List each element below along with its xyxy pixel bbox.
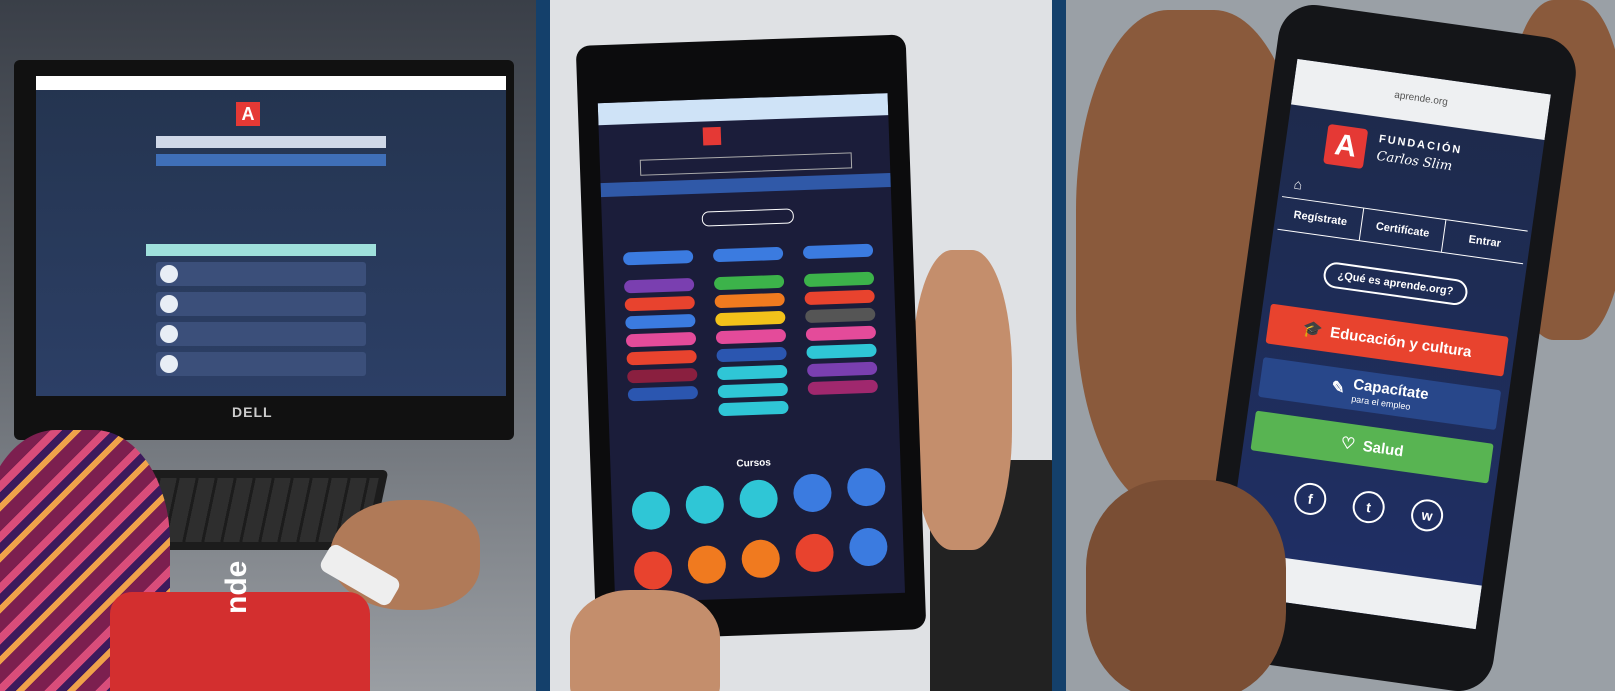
nav-register: Regístrate <box>1277 197 1365 241</box>
course-icon <box>792 473 833 513</box>
hand <box>1086 480 1286 691</box>
pill-button <box>807 379 879 396</box>
aprende-logo: A <box>1323 123 1369 170</box>
badge-text: nde <box>220 560 253 614</box>
nav-login: Entrar <box>1467 233 1502 250</box>
desktop-photo-panel: A DELL nde <box>0 0 536 691</box>
course-icon <box>741 539 781 579</box>
browser-bar <box>36 76 506 90</box>
site-nav <box>639 152 853 176</box>
health-label: Salud <box>1361 437 1405 460</box>
site-nav <box>156 136 386 148</box>
whatsapp-icon: w <box>1409 497 1446 534</box>
monitor-brand-label: DELL <box>232 404 273 420</box>
facebook-icon: f <box>1292 480 1329 517</box>
course-icon <box>846 467 886 507</box>
list-item <box>156 262 366 286</box>
browser-bar <box>597 93 889 126</box>
course-icon <box>794 533 835 573</box>
twitter-icon: t <box>1350 489 1387 526</box>
phone-nav: Regístrate Certifícate Entrar <box>1277 196 1528 265</box>
desktop-monitor: A DELL <box>14 60 514 440</box>
section-title: Cursos <box>736 457 772 470</box>
list-item <box>156 292 366 316</box>
phone-photo-panel: aprende.org A FUNDACIÓN Carlos Slim ⌂ Re… <box>1066 0 1615 691</box>
course-icon <box>685 485 725 525</box>
pill-button <box>627 367 698 384</box>
course-icon <box>631 490 671 531</box>
pill-button <box>712 246 784 263</box>
pill-button <box>806 361 878 378</box>
list-item <box>156 352 366 376</box>
home-icon: ⌂ <box>1292 175 1304 193</box>
pill-button <box>713 274 785 291</box>
pill-button <box>625 331 697 348</box>
heart-icon: ♡ <box>1339 434 1357 454</box>
pill-button <box>622 249 694 266</box>
graduation-cap-icon: 🎓 <box>1301 320 1324 340</box>
pill-button <box>625 313 696 330</box>
pill-button <box>717 364 788 381</box>
panel-divider <box>1052 0 1066 691</box>
social-links: f t w <box>1292 480 1446 534</box>
pill-button <box>803 271 875 288</box>
pill-button <box>718 400 789 417</box>
tablet-device: Cursos <box>575 34 927 641</box>
pill-button <box>626 349 697 366</box>
pill-button <box>804 289 875 306</box>
pill-button <box>806 343 877 360</box>
tablet-photo-panel: Cursos <box>550 0 1052 691</box>
about-button: ¿Qué es aprende.org? <box>1321 260 1469 307</box>
course-icon <box>633 550 673 591</box>
pill-button <box>624 295 695 312</box>
site-band <box>600 173 891 198</box>
site-logo <box>702 126 722 146</box>
pill-button <box>805 325 877 342</box>
education-label: Educación y cultura <box>1329 323 1473 361</box>
panel-divider <box>536 0 550 691</box>
tablet-screen: Cursos <box>597 93 906 603</box>
pill-button <box>627 385 699 402</box>
course-icon <box>687 545 727 585</box>
pill-button <box>717 382 789 399</box>
pill-button <box>805 307 876 324</box>
hand <box>912 250 1012 550</box>
pill-button <box>623 277 695 294</box>
pill-button <box>715 310 786 327</box>
pill-button <box>714 292 785 309</box>
desktop-screen: A <box>36 76 506 396</box>
pill-button <box>716 346 787 363</box>
aprende-badge: nde <box>110 561 370 691</box>
course-icon <box>738 479 779 519</box>
hand <box>570 590 720 691</box>
pill-button <box>701 208 795 227</box>
pill-button <box>802 243 874 260</box>
certificate-icon: ✎ <box>1330 378 1346 398</box>
site-band <box>156 154 386 166</box>
course-icon <box>848 527 889 567</box>
course-header-bar <box>146 244 376 256</box>
pill-button <box>715 328 787 345</box>
nav-certify: Certifícate <box>1359 208 1447 252</box>
site-logo: A <box>236 102 260 126</box>
list-item <box>156 322 366 346</box>
